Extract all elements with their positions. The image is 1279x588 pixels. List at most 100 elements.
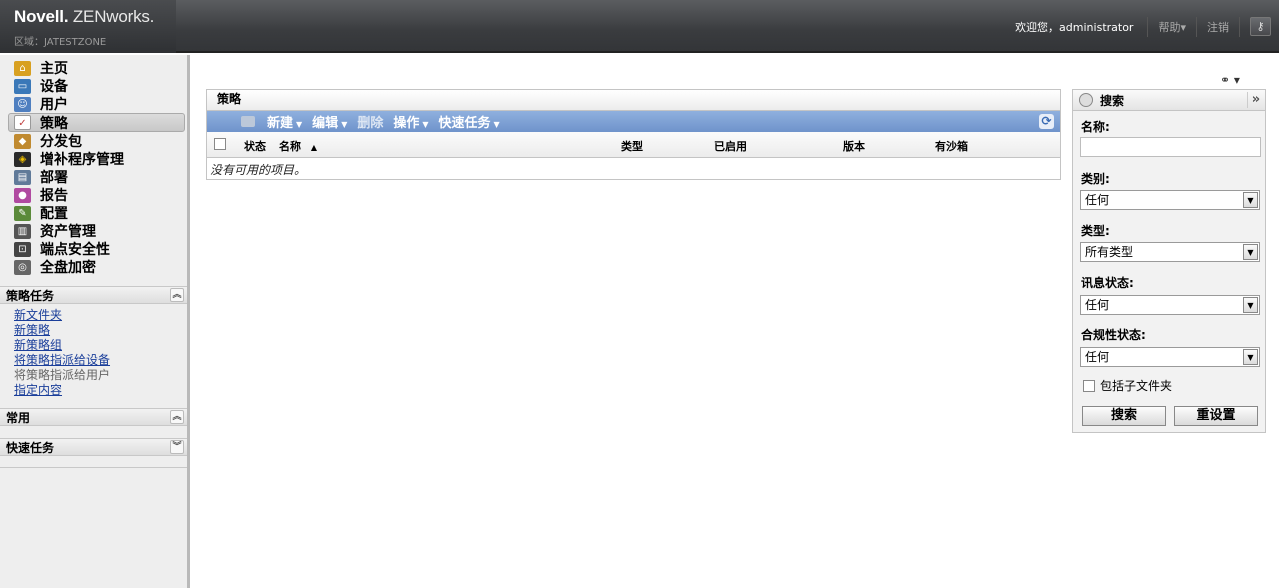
new-label: 新建 [267,116,294,131]
divider [1196,16,1197,37]
task-assign-to-user: 将策略指派给用户 [14,368,111,382]
nav-item-asset-management[interactable]: ▥ 资产管理 [0,222,187,240]
nav-label: 策略 [40,115,68,132]
policy-tasks-header[interactable]: 策略任务 ︽ [0,286,187,304]
actions-menu[interactable]: 操作 ▼ [393,112,428,131]
quick-tasks-header[interactable]: 快速任务 ︾ [0,438,187,456]
task-new-policy[interactable]: 新策略 [14,323,187,338]
user-bar: 欢迎您，administrator 帮助▾ 注销 ⚷ [1015,0,1279,53]
search-button[interactable]: 搜索 [1082,406,1166,426]
include-subfolders-checkbox[interactable] [1083,379,1095,392]
logout-link[interactable]: 注销 [1207,19,1229,35]
disk-encrypt-icon: ◎ [14,259,31,275]
nav-item-deployment[interactable]: ▤ 部署 [0,168,187,186]
nav-item-policies[interactable]: ✓ 策略 [8,113,185,132]
reset-button[interactable]: 重设置 [1174,406,1258,426]
include-subfolders-option[interactable]: 包括子文件夹 [1083,377,1172,394]
nav-item-devices[interactable]: ▭ 设备 [0,77,187,95]
nav-label: 设备 [40,79,68,95]
policies-toolbar: 新建 ▼ 编辑 ▼ 删除 操作 ▼ 快速任务 ▼ ⟳ [207,111,1060,132]
nav-item-configuration[interactable]: ✎ 配置 [0,204,187,222]
delete-button[interactable]: 删除 [357,112,383,131]
nav-item-home[interactable]: ⌂ 主页 [0,59,187,77]
task-new-folder[interactable]: 新文件夹 [14,308,187,323]
sort-ascending-icon: ▲ [310,143,317,152]
column-sandbox[interactable]: 有沙箱 [935,138,968,154]
select-all-checkbox[interactable] [214,138,226,150]
report-icon: ● [14,187,31,203]
main-content: ⚭ ▾ 策略 新建 ▼ 编辑 ▼ 删除 操作 ▼ 快速任务 ▼ ⟳ 状态 名称 ▲ 类型… [193,55,1279,588]
logo-brand: Novell. [14,7,69,26]
nav-item-patch-management[interactable]: ◈ 增补程序管理 [0,150,187,168]
task-assign-to-device[interactable]: 将策略指派给设备 [14,353,187,368]
nav-item-endpoint-security[interactable]: ⊡ 端点安全性 [0,240,187,258]
wrench-icon: ✎ [14,205,31,221]
novell-zenworks-logo[interactable]: Novell. ZENworks. [14,7,154,27]
zone-label: 区域：JATESTZONE [14,37,107,48]
deploy-icon: ▤ [14,169,31,185]
key-icon[interactable]: ⚷ [1250,17,1271,36]
nav-item-reports[interactable]: ● 报告 [0,186,187,204]
brand-area: Novell. ZENworks. 区域：JATESTZONE [0,0,176,53]
search-title: 搜索 [1100,93,1125,108]
link-dropdown-icon[interactable]: ⚭ ▾ [1220,73,1240,87]
dropdown-arrow-icon: ▼ [341,120,348,129]
table-header: 状态 名称 ▲ 类型 已启用 版本 有沙箱 [207,132,1060,158]
folder-up-icon[interactable] [241,116,255,127]
nav-label: 报告 [40,188,68,204]
task-new-policy-group[interactable]: 新策略组 [14,338,187,353]
collapse-icon[interactable]: ︽ [170,410,184,424]
spacer [0,456,187,468]
help-menu[interactable]: 帮助▾ [1158,19,1186,35]
nav-label: 端点安全性 [40,242,110,258]
column-type[interactable]: 类型 [621,138,643,154]
nav-label: 资产管理 [40,224,96,240]
search-header: 搜索 » [1073,90,1265,111]
main-nav: ⌂ 主页 ▭ 设备 ☺ 用户 ✓ 策略 ◆ 分发包 ◈ 增补程序管理 ▤ 部署 ● 报告 ✎ 配置… [0,55,187,276]
refresh-icon[interactable]: ⟳ [1039,114,1054,129]
dropdown-arrow-icon: ▼ [296,120,303,129]
welcome-text: 欢迎您，administrator [1015,20,1134,34]
new-menu[interactable]: 新建 ▼ [267,112,302,131]
divider [1239,16,1240,37]
panel-title: 快速任务 [6,440,55,455]
nav-item-full-disk-encryption[interactable]: ◎ 全盘加密 [0,258,187,276]
dropdown-arrow-icon: ▼ [422,120,429,129]
divider [1147,16,1149,37]
nav-item-users[interactable]: ☺ 用户 [0,95,187,113]
actions-label: 操作 [393,116,420,131]
common-header[interactable]: 常用 ︽ [0,408,187,426]
bundle-icon: ◆ [14,133,31,149]
chevron-down-icon: ▼ [1243,349,1258,365]
column-name-label: 名称 [279,140,301,153]
edit-label: 编辑 [312,116,339,131]
compliance-label: 合规性状态: [1081,328,1146,342]
task-specify-content[interactable]: 指定内容 [14,383,187,398]
expand-icon[interactable]: ︾ [170,440,184,454]
collapse-icon[interactable]: ︽ [170,288,184,302]
quick-tasks-menu[interactable]: 快速任务 ▼ [439,112,500,131]
lock-icon: ⊡ [14,241,31,257]
policy-icon: ✓ [14,115,31,130]
column-status[interactable]: 状态 [244,138,266,154]
nav-item-bundles[interactable]: ◆ 分发包 [0,132,187,150]
column-name[interactable]: 名称 ▲ [279,138,317,154]
column-version[interactable]: 版本 [843,138,865,154]
patch-shield-icon: ◈ [14,151,31,167]
message-status-select[interactable]: 任何 ▼ [1080,295,1260,315]
category-select[interactable]: 任何 ▼ [1080,190,1260,210]
column-enabled[interactable]: 已启用 [714,138,747,154]
compliance-select[interactable]: 任何 ▼ [1080,347,1260,367]
type-select[interactable]: 所有类型 ▼ [1080,242,1260,262]
chevron-down-icon: ▼ [1243,297,1258,313]
home-icon: ⌂ [14,60,31,76]
edit-menu[interactable]: 编辑 ▼ [312,112,347,131]
expand-panel-icon[interactable]: » [1247,92,1264,108]
quick-tasks-label: 快速任务 [438,116,491,131]
nav-label: 全盘加密 [40,260,96,276]
nav-label: 主页 [40,61,68,77]
name-input[interactable] [1080,137,1261,157]
nav-label: 部署 [40,170,68,186]
